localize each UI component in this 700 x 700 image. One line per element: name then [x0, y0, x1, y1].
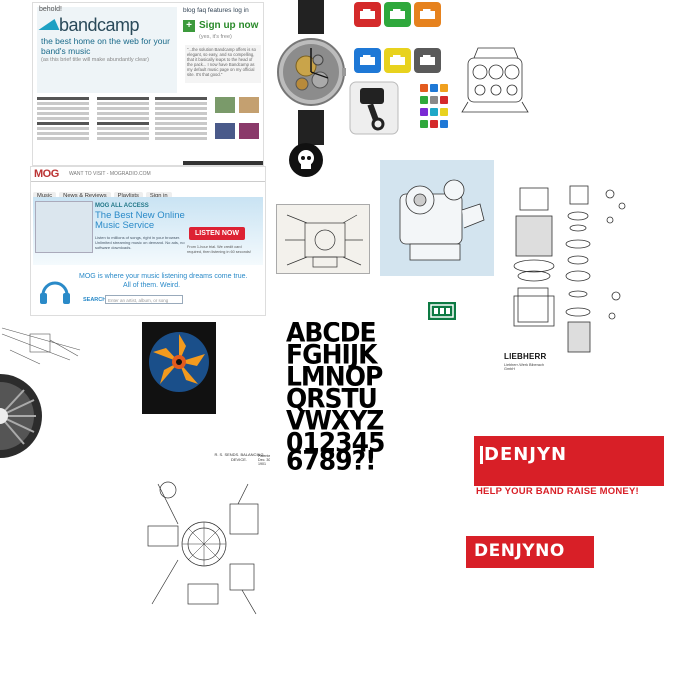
mog-header: MOG WANT TO VISIT - MOGRADIO.COM — [31, 167, 265, 182]
piston-icon — [348, 80, 400, 136]
album-thumb[interactable] — [239, 97, 259, 113]
color-swatch — [440, 84, 448, 92]
feature-columns — [37, 97, 263, 159]
exploded-parts-diagram — [500, 176, 690, 366]
bandcamp-page-thumbnail: behold! bandcamp the best home on the we… — [32, 2, 264, 166]
bandcamp-subline: (as this brief title will make abundantl… — [41, 57, 149, 63]
denjyn-logo-alt: DENJYNO — [466, 536, 594, 568]
color-swatch — [430, 84, 438, 92]
color-swatch — [420, 84, 428, 92]
feature-column — [37, 97, 89, 153]
behold-label: behold! — [39, 6, 62, 13]
album-thumb[interactable] — [215, 97, 235, 113]
engine-line-drawing — [454, 38, 536, 120]
engine-icon — [354, 2, 381, 27]
color-swatch — [430, 96, 438, 104]
mog-screenshot — [35, 201, 93, 253]
color-swatch — [440, 96, 448, 104]
mog-logo[interactable]: MOG — [34, 168, 59, 180]
color-swatch-grid — [416, 80, 456, 140]
patent-header: R. S. SENDS. BALANCING DEVICE. — [214, 452, 264, 462]
skull-icon — [288, 142, 324, 178]
mog-dream-line2: All of them. Weird. — [123, 282, 181, 289]
bandcamp-nav[interactable]: blog faq features log in — [183, 7, 249, 14]
album-thumb[interactable] — [239, 123, 259, 139]
denjyn-banner: DENJYN — [474, 436, 664, 486]
bandcamp-logo[interactable]: bandcamp — [59, 15, 140, 36]
headphones-icon — [40, 281, 70, 304]
skeleton-watch-image — [276, 0, 346, 145]
mog-dream-line1: MOG is where your music listening dreams… — [79, 273, 248, 280]
engine-illustration — [380, 160, 494, 276]
signup-label: Sign up now — [199, 20, 259, 31]
flower-poster — [142, 322, 216, 414]
listen-now-button[interactable]: LISTEN NOW — [189, 227, 245, 240]
font-specimen: ABCDE FGHIJK LMNOP QRSTU VWXYZ 012345 67… — [286, 322, 396, 470]
color-swatch — [430, 120, 438, 128]
engine-icon — [384, 2, 411, 27]
turbine-schematic — [0, 320, 84, 458]
album-thumb[interactable] — [215, 123, 235, 139]
exit-icon — [428, 302, 456, 320]
color-swatch — [440, 108, 448, 116]
liebherr-caption: Liebherr-Werk Biberach GmbH — [504, 363, 545, 371]
plus-icon: + — [183, 20, 195, 32]
color-swatch — [430, 108, 438, 116]
search-input[interactable]: Enter an artist, album, or song — [105, 295, 183, 304]
patent-drawing-small — [276, 204, 370, 274]
liebherr-name: LIEBHERR — [504, 352, 547, 361]
engine-icon — [384, 48, 411, 73]
color-swatch — [440, 120, 448, 128]
engine-icon — [354, 48, 381, 73]
liebherr-logo: LIEBHERR Liebherr-Werk Biberach GmbH — [504, 352, 552, 372]
mog-fine-print: From 1-hour trial. We credit card requir… — [187, 245, 251, 254]
signup-button[interactable]: + Sign up now — [183, 20, 263, 34]
free-note: (yes, it's free) — [199, 34, 232, 40]
mog-header-text: WANT TO VISIT - MOGRADIO.COM — [69, 171, 151, 177]
all-access-label: MOG ALL ACCESS — [95, 203, 149, 209]
denjyn-slogan: HELP YOUR BAND RAISE MONEY! — [476, 486, 639, 497]
denjyn-logo: DENJYN — [479, 444, 568, 465]
color-swatch — [420, 120, 428, 128]
mog-bullets: Listen to millions of songs, right in yo… — [95, 235, 185, 250]
feature-column — [155, 97, 207, 153]
color-swatch — [420, 96, 428, 104]
mog-tabs: Music News & Reviews Playlists Sign in — [33, 184, 175, 200]
mog-page-thumbnail: MOG WANT TO VISIT - MOGRADIO.COM Music Ne… — [30, 166, 266, 316]
mog-headline: The Best New Online Music Service — [95, 210, 185, 231]
footer-bar — [183, 161, 263, 165]
album-thumbnails — [215, 97, 263, 151]
engine-icon — [414, 2, 441, 27]
mog-dream-banner: MOG is where your music listening dreams… — [33, 269, 263, 313]
specimen-row: 6789?! — [286, 445, 376, 470]
bandcamp-tagline: the best home on the web for your band's… — [41, 36, 170, 56]
engine-icon — [414, 48, 441, 73]
color-swatch — [420, 108, 428, 116]
testimonial-quote: "...the solution Bandcamp offers is so e… — [185, 45, 261, 83]
denjyn-logo-text: DENJYNO — [474, 541, 565, 561]
feature-column — [97, 97, 149, 153]
patent-drawing-large: R. S. SENDS. BALANCING DEVICE. Patented … — [138, 446, 270, 626]
